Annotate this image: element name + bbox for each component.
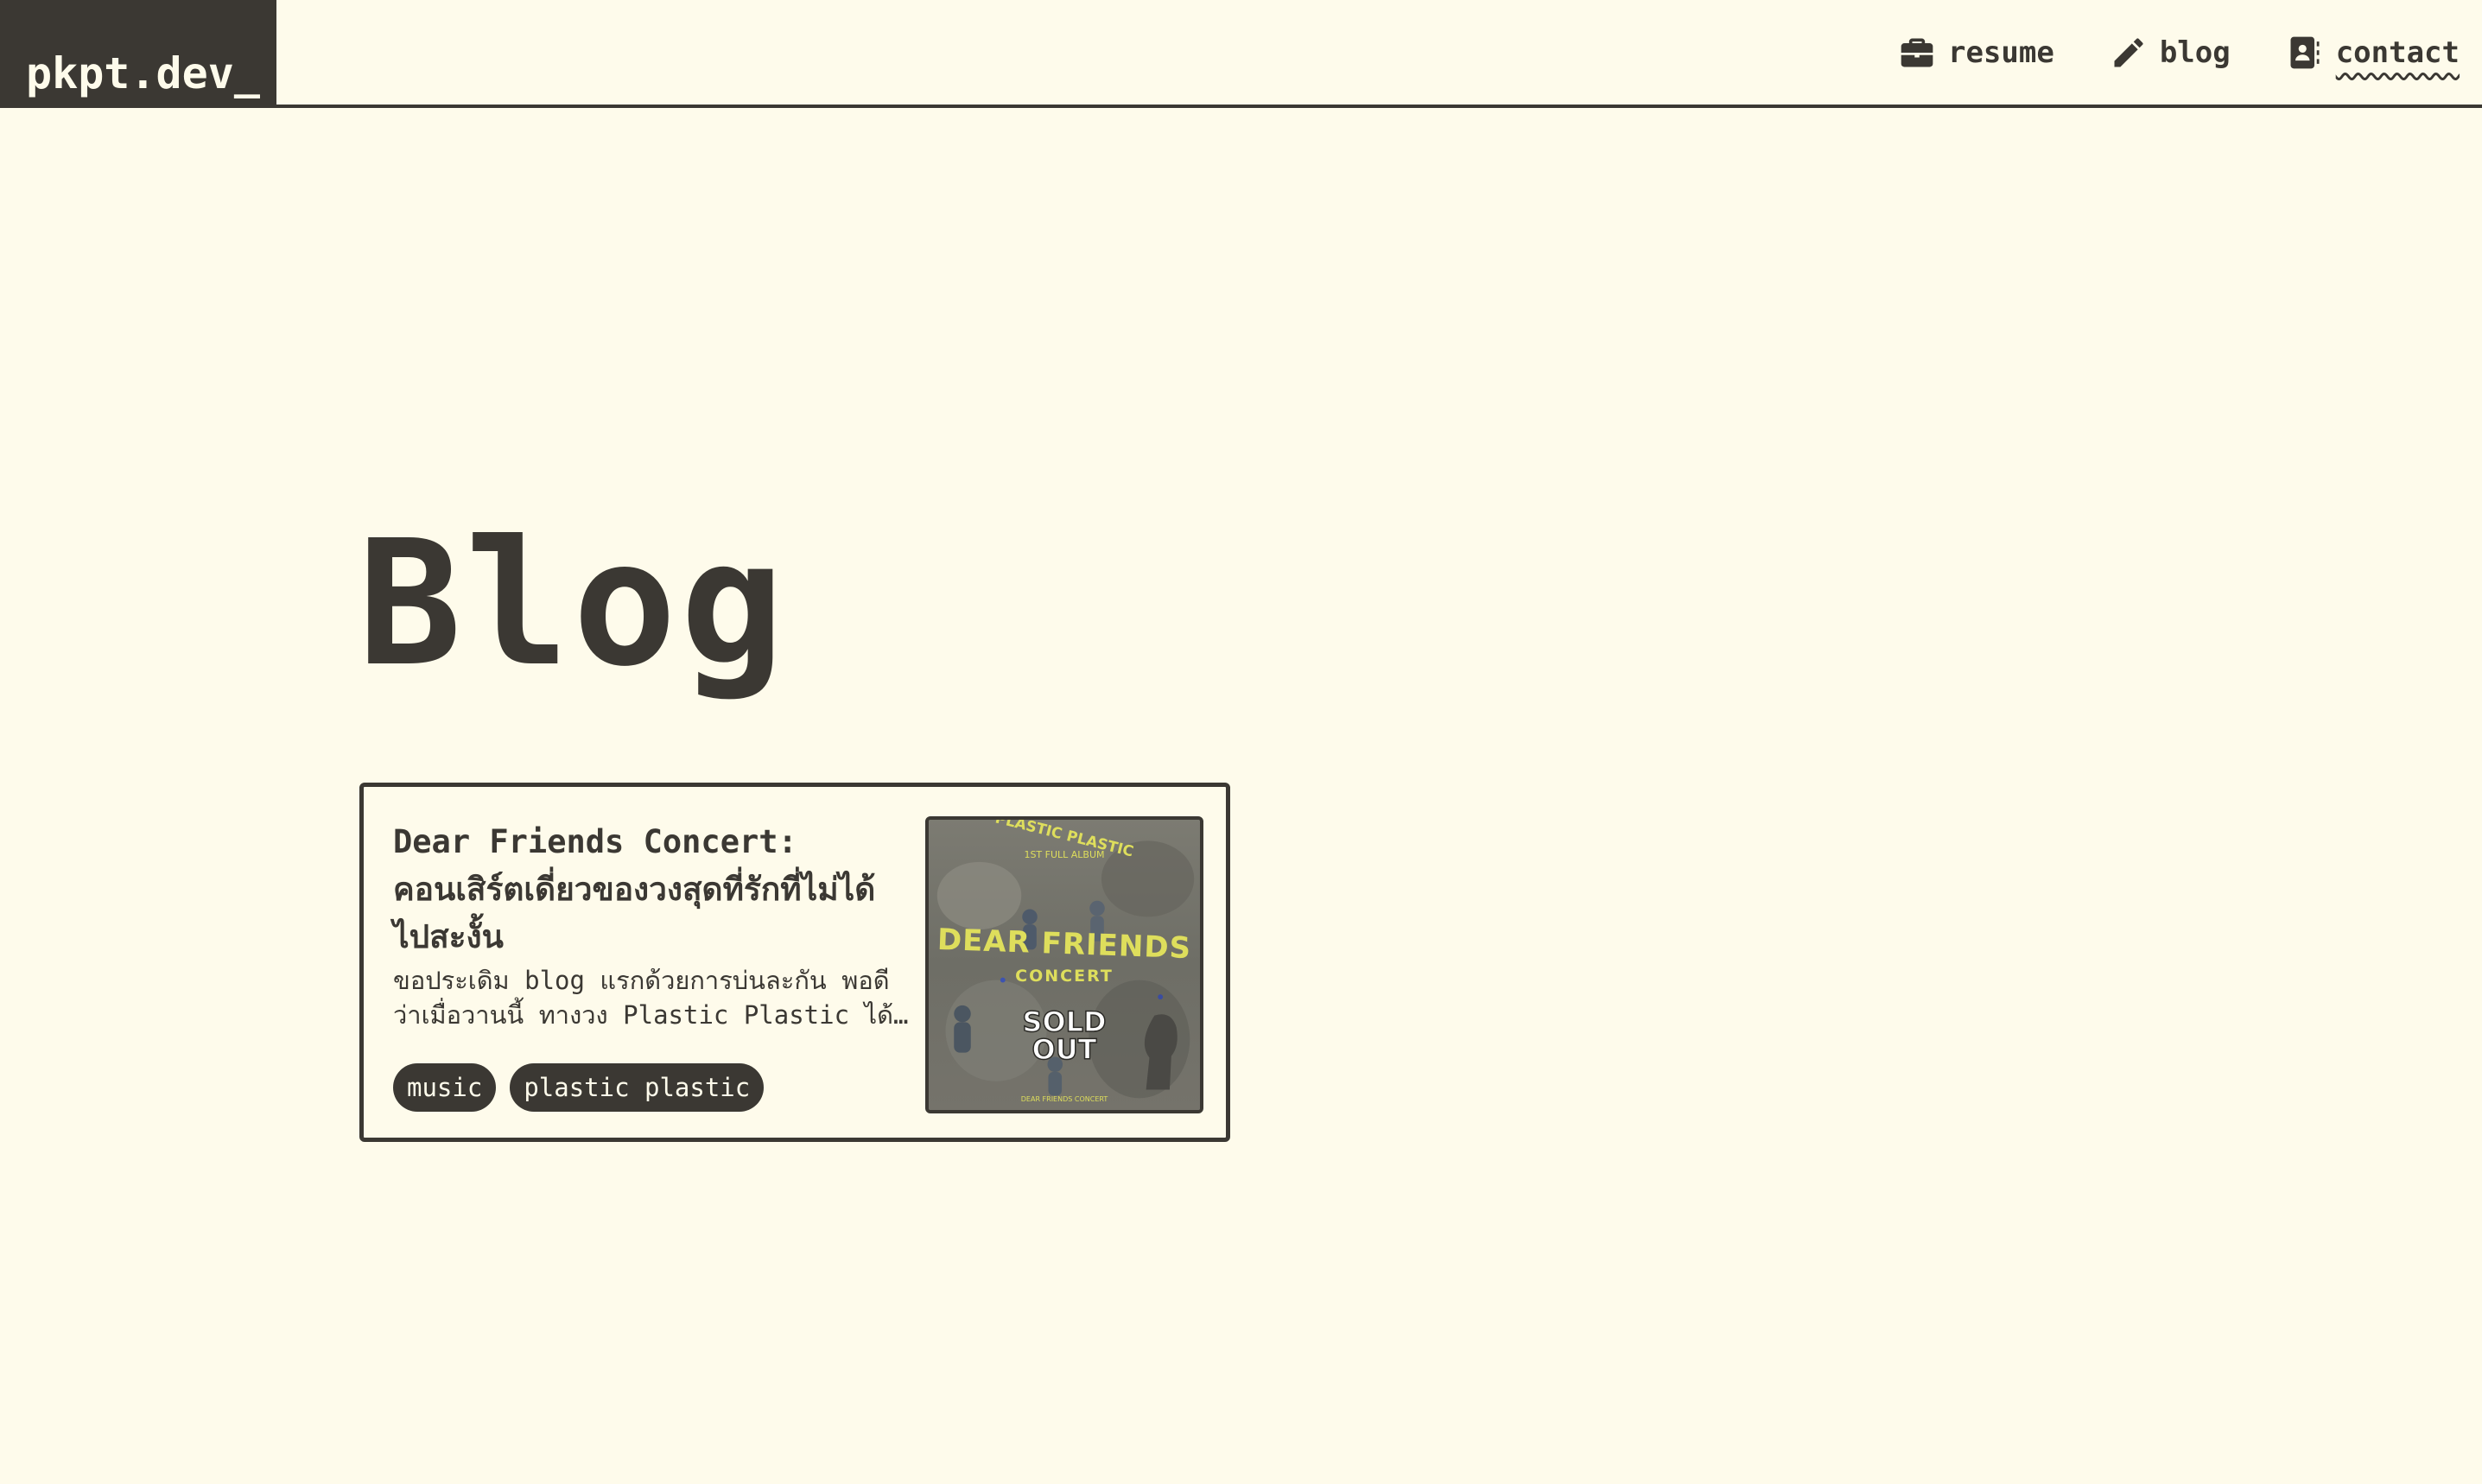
site-logo[interactable]: pkpt.dev_ xyxy=(0,0,276,106)
poster-subheadline: CONCERT xyxy=(1015,967,1114,986)
nav-item-blog[interactable]: blog xyxy=(2110,34,2231,72)
nav-label-blog: blog xyxy=(2159,35,2231,70)
post-title[interactable]: Dear Friends Concert: คอนเสิร์ตเดี่ยวของ… xyxy=(393,818,911,961)
tag-music[interactable]: music xyxy=(393,1063,497,1112)
tag-list: music plastic plastic xyxy=(393,1063,765,1112)
post-card[interactable]: Dear Friends Concert: คอนเสิร์ตเดี่ยวของ… xyxy=(359,783,1230,1142)
poster-stamp-line1: SOLD xyxy=(1022,1005,1108,1038)
main-nav: resume blog contact xyxy=(1898,31,2460,74)
poster-sold-out-stamp: SOLD OUT xyxy=(929,1005,1200,1066)
nav-label-resume: resume xyxy=(1947,35,2054,70)
nav-item-resume[interactable]: resume xyxy=(1898,34,2054,72)
tag-plastic-plastic[interactable]: plastic plastic xyxy=(510,1063,765,1112)
poster-sub-text: 1ST FULL ALBUM xyxy=(1024,849,1105,860)
poster-stamp-line2: OUT xyxy=(1032,1033,1098,1066)
post-excerpt: ขอประเดิม blog แรกด้วยการบ่นละกัน พอดีว่… xyxy=(393,966,893,1030)
nav-item-contact[interactable]: contact xyxy=(2286,34,2460,72)
site-header: pkpt.dev_ resume blog contact xyxy=(0,0,2482,108)
briefcase-icon xyxy=(1898,34,1936,72)
post-thumbnail[interactable]: PLASTIC PLASTIC 1ST FULL ALBUM DEAR FRIE… xyxy=(925,816,1203,1113)
contact-book-icon xyxy=(2286,34,2324,72)
page-title: Blog xyxy=(358,504,788,705)
poster-footer: DEAR FRIENDS CONCERT xyxy=(1020,1095,1108,1103)
pencil-icon xyxy=(2110,34,2148,72)
nav-label-contact: contact xyxy=(2335,35,2460,70)
